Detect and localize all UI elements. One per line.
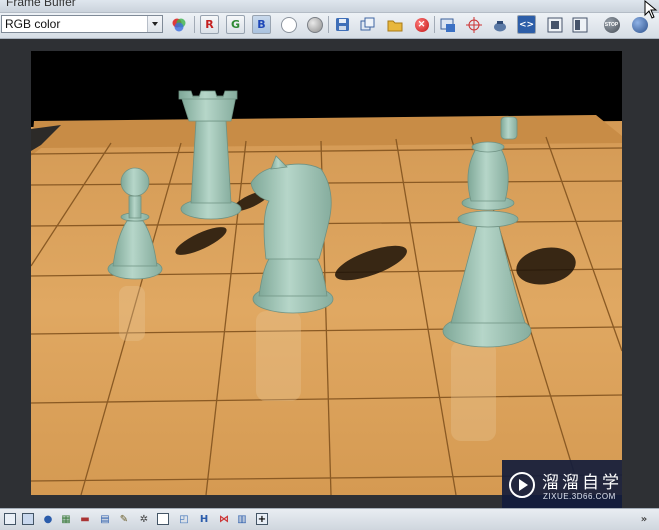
levels-icon[interactable]: ▤: [99, 513, 111, 525]
watermark-name: 溜溜自学: [542, 473, 622, 492]
info-icon[interactable]: ●: [42, 513, 54, 525]
mirror-icon[interactable]: ⋈: [218, 513, 230, 525]
gear-icon[interactable]: ✲: [138, 513, 150, 525]
green-channel-label: G: [230, 18, 241, 31]
window-title: Frame Buffer: [6, 0, 76, 9]
crosshair-icon: [465, 16, 482, 33]
toolbar: RGB color R G B ✕ <> STOP: [0, 13, 659, 39]
region-render-button[interactable]: [438, 15, 457, 34]
window-titlebar[interactable]: Frame Buffer: [0, 0, 659, 13]
monochrome-button[interactable]: [305, 15, 324, 34]
bottom-toolbar: ● ▦ ▬ ▤ ✎ ✲ ◰ H ⋈ ▥ + »: [0, 508, 659, 530]
save-icon: [336, 18, 349, 31]
close-icon: ✕: [414, 17, 429, 32]
watermark-url: ZIXUE.3D66.COM: [543, 492, 616, 501]
lut-icon: <>: [518, 19, 535, 30]
track-mouse-button[interactable]: [464, 15, 483, 34]
green-channel-button[interactable]: G: [226, 15, 245, 34]
play-logo-icon: [509, 472, 535, 498]
folder-icon: [387, 20, 402, 31]
frame-region-icon: [547, 17, 562, 32]
channel-select[interactable]: RGB color: [1, 15, 163, 33]
horizontal-label[interactable]: H: [198, 513, 210, 525]
frame-icon[interactable]: [4, 513, 16, 525]
toolbar-separator: [194, 16, 195, 33]
toolbar-separator: [328, 16, 329, 33]
crop-icon[interactable]: ◰: [178, 513, 190, 525]
window-layout-button[interactable]: [570, 15, 589, 34]
layers-icon[interactable]: ▦: [60, 513, 72, 525]
histogram-icon[interactable]: ▬: [79, 513, 91, 525]
channel-select-value: RGB color: [5, 17, 61, 31]
toolbar-separator: [434, 16, 435, 33]
mouse-cursor-icon: [644, 0, 658, 19]
stop-icon: STOP: [603, 16, 620, 33]
stop-render-button[interactable]: STOP: [602, 15, 621, 34]
chess-scene: [31, 90, 622, 495]
save-image-button[interactable]: [333, 15, 352, 34]
display-color-button[interactable]: [169, 15, 188, 34]
clear-button[interactable]: ✕: [412, 15, 431, 34]
open-folder-button[interactable]: [385, 15, 404, 34]
watermark-logo: 溜溜自学 ZIXUE.3D66.COM: [502, 460, 622, 513]
lock-region-button[interactable]: [545, 15, 564, 34]
plus-icon[interactable]: +: [256, 513, 268, 525]
alpha-channel-button[interactable]: [279, 15, 298, 34]
color-wheel-icon: [172, 18, 185, 31]
render-last-button[interactable]: [490, 15, 509, 34]
blue-channel-label: B: [257, 18, 266, 31]
gray-circle-icon: [306, 16, 323, 33]
white-circle-icon: [280, 16, 297, 33]
clone-window-button[interactable]: [358, 15, 377, 34]
chevron-down-icon[interactable]: [147, 16, 162, 32]
blue-channel-button[interactable]: B: [252, 15, 271, 34]
teapot-icon: [493, 20, 506, 31]
bars-icon[interactable]: ▥: [236, 513, 248, 525]
region-icon: [440, 18, 455, 32]
double-chevron-down-icon[interactable]: »: [638, 513, 650, 525]
rendered-image: [31, 51, 622, 495]
grid-icon[interactable]: [22, 513, 34, 525]
red-channel-label: R: [205, 18, 214, 31]
red-channel-button[interactable]: R: [200, 15, 219, 34]
pencil-icon[interactable]: ✎: [118, 513, 130, 525]
lut-button[interactable]: <>: [517, 15, 536, 34]
zoom-region-icon[interactable]: [157, 513, 169, 525]
clone-icon: [360, 17, 375, 31]
layout-icon: [572, 17, 587, 32]
